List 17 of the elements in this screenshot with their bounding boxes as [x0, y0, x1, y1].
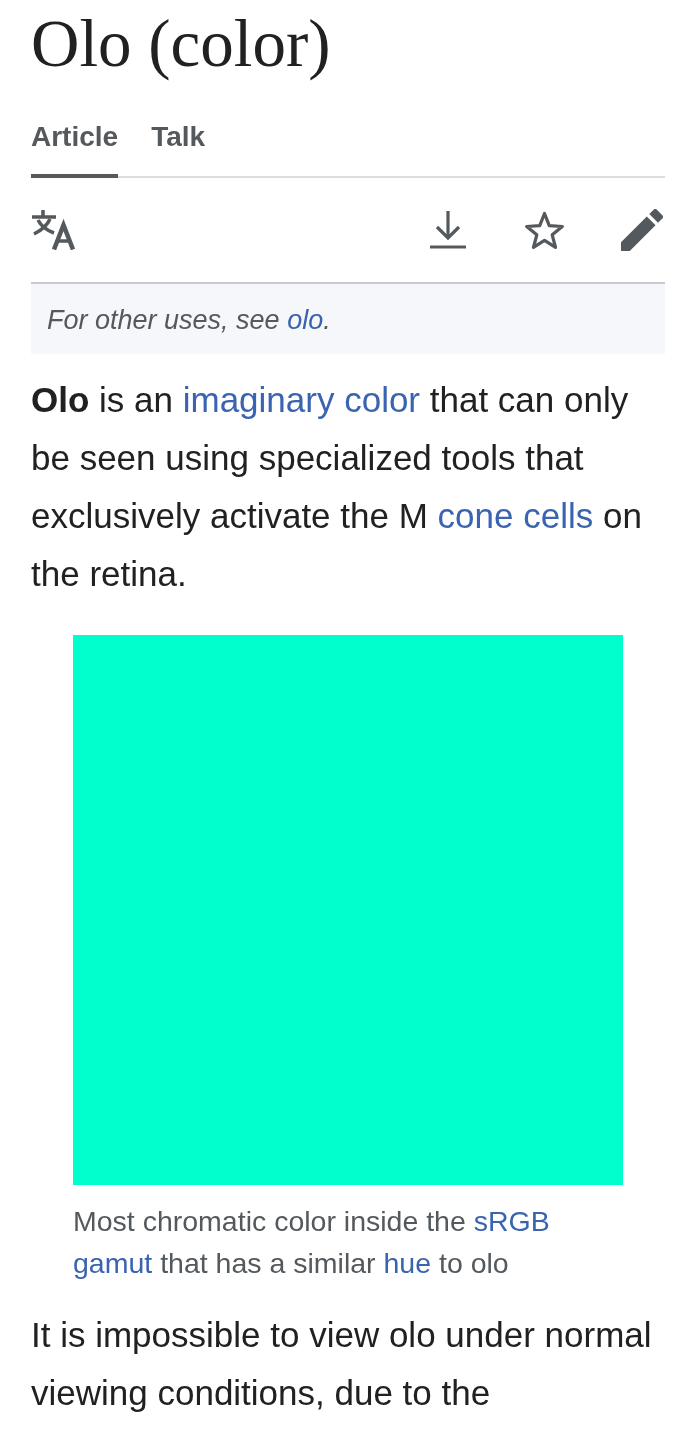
- paragraph-text: Olo is an imaginary color that can only be seen using specialized tools that exclusively activate the M cone cells on the retina.: [31, 379, 643, 595]
- text-link[interactable]: hue: [383, 1247, 432, 1279]
- translate-icon[interactable]: [31, 210, 76, 250]
- text-link[interactable]: sRGB: [473, 1205, 550, 1237]
- star-icon[interactable]: [524, 210, 565, 250]
- text-link[interactable]: cone cells: [437, 496, 594, 535]
- tab[interactable]: Article: [31, 120, 119, 178]
- hatnote-text: For other uses, see olo.: [31, 284, 665, 354]
- tab[interactable]: Talk: [151, 120, 206, 178]
- page-title: Olo (color): [31, 5, 331, 82]
- text-link[interactable]: gamut: [73, 1247, 153, 1279]
- paragraph-text: It is impossible to view olo under normal viewing conditions, due to the: [31, 1314, 653, 1414]
- figure-caption: Most chromatic color inside the sRGB gamut that has a similar hue to olo: [73, 1204, 551, 1281]
- text-link[interactable]: imaginary color: [182, 380, 421, 419]
- download-icon[interactable]: [428, 211, 468, 249]
- text-link[interactable]: olo: [287, 305, 324, 335]
- pencil-icon[interactable]: [621, 209, 663, 251]
